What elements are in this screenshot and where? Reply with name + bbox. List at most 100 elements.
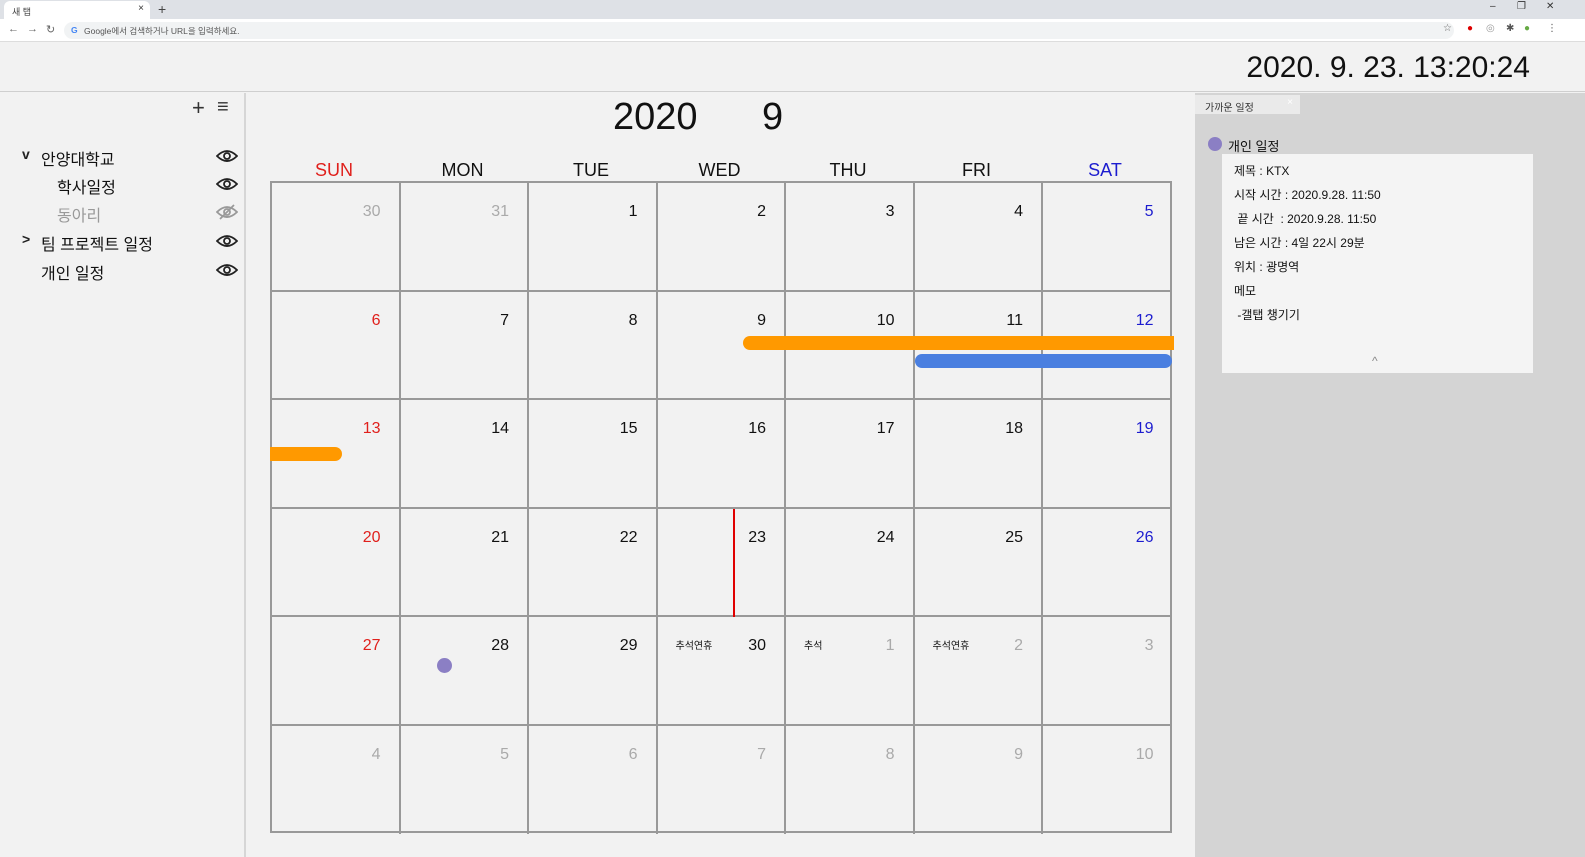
profile-avatar-icon[interactable]: ● — [1524, 23, 1530, 34]
upcoming-events-tab[interactable]: 가까운 일정 × — [1195, 95, 1300, 114]
day-number: 11 — [1006, 311, 1023, 329]
calendar-list-item[interactable]: 개인 일정 — [0, 257, 246, 283]
extension-icon[interactable]: ◎ — [1486, 23, 1495, 34]
day-cell[interactable]: 31 — [400, 183, 529, 292]
chevron-right-icon[interactable]: > — [22, 231, 30, 247]
weekday-label: THU — [829, 160, 867, 180]
day-cell[interactable]: 7 — [400, 291, 529, 400]
day-cell[interactable]: 21 — [400, 508, 529, 617]
day-cell[interactable]: 3 — [786, 183, 915, 292]
day-cell[interactable]: 14 — [400, 400, 529, 509]
day-cell[interactable]: 15 — [529, 400, 658, 509]
day-cell[interactable]: 5 — [401, 725, 529, 834]
window-close-button[interactable]: ✕ — [1546, 1, 1554, 12]
omnibox-input[interactable]: G Google에서 검색하거나 URL을 입력하세요. — [64, 22, 1454, 39]
day-cell[interactable]: 8 — [786, 725, 915, 834]
calendar-list-item[interactable]: > 팀 프로젝트 일정 — [0, 228, 246, 254]
blue-event-bar[interactable] — [915, 354, 1172, 368]
day-number: 10 — [876, 311, 895, 329]
reload-icon[interactable]: ↻ — [46, 23, 55, 36]
day-number: 29 — [619, 637, 638, 654]
day-number: 12 — [1135, 311, 1154, 329]
weekday-label: MON — [441, 160, 484, 180]
day-cell[interactable]: 25 — [914, 508, 1043, 617]
day-number: 13 — [362, 420, 381, 437]
event-detail-card[interactable]: 제목 : KTX 시작 시간 : 2020.9.28. 11:50 끝 시간 : … — [1222, 154, 1533, 373]
day-cell[interactable]: 18 — [914, 400, 1043, 509]
day-cell[interactable]: 22 — [529, 508, 658, 617]
day-cell[interactable]: 2 — [657, 183, 786, 292]
day-cell[interactable]: 3 — [1043, 617, 1172, 726]
day-cell[interactable]: 26 — [1043, 509, 1172, 617]
eye-icon[interactable] — [216, 233, 238, 249]
day-cell[interactable]: 2 — [914, 617, 1043, 726]
hamburger-menu-icon[interactable]: ≡ — [217, 96, 229, 119]
day-cell[interactable]: 28 — [400, 617, 529, 726]
day-number: 30 — [362, 203, 381, 220]
add-calendar-button[interactable]: + — [192, 95, 205, 121]
calendar-list-label: 동아리 — [57, 208, 102, 225]
eye-icon[interactable] — [216, 262, 238, 278]
day-cell[interactable]: 20 — [272, 508, 401, 617]
day-cell[interactable]: 30 — [657, 617, 786, 726]
day-cell[interactable]: 27 — [272, 617, 401, 726]
day-cell[interactable]: 19 — [1043, 400, 1172, 509]
day-cell[interactable]: 1 — [529, 183, 658, 292]
day-cell[interactable]: 1 — [786, 617, 915, 726]
day-cell[interactable]: 17 — [786, 400, 915, 509]
calendar-list-item[interactable]: 학사일정 — [0, 171, 246, 197]
day-cell[interactable]: 10 — [1043, 726, 1172, 835]
back-arrow-icon[interactable]: ← — [8, 23, 19, 35]
personal-event-dot[interactable] — [437, 658, 452, 673]
day-cell[interactable]: 24 — [786, 508, 915, 617]
eye-icon[interactable] — [216, 148, 238, 164]
day-cell[interactable]: 23 — [657, 508, 786, 617]
chevron-down-icon[interactable]: v — [22, 146, 30, 162]
day-cell[interactable]: 8 — [529, 291, 658, 400]
day-cell[interactable]: 4 — [914, 183, 1043, 292]
restore-button[interactable]: ❐ — [1517, 1, 1526, 12]
forward-arrow-icon[interactable]: → — [27, 23, 38, 35]
event-detail-line: 메모 — [1234, 284, 1257, 298]
day-cell[interactable]: 9 — [915, 725, 1043, 834]
personal-calendar-color-dot — [1208, 137, 1222, 151]
calendar-list-item[interactable]: 동아리 — [0, 199, 246, 225]
day-cell[interactable]: 7 — [658, 725, 786, 834]
new-tab-button[interactable]: + — [158, 1, 166, 17]
day-cell[interactable]: 30 — [272, 183, 401, 292]
eye-off-icon[interactable] — [216, 204, 238, 220]
holiday-label[interactable]: 추석연휴 — [676, 637, 713, 652]
day-number: 15 — [619, 420, 638, 437]
day-number: 6 — [371, 311, 381, 329]
collapse-chevron-icon[interactable]: ^ — [1372, 354, 1378, 368]
event-detail-line: 시작 시간 : 2020.9.28. 11:50 — [1234, 188, 1381, 202]
event-detail-line: 남은 시간 : 4일 22시 29분 — [1234, 236, 1365, 250]
day-cell[interactable]: 16 — [657, 400, 786, 509]
eye-icon[interactable] — [216, 176, 238, 192]
calendar-list-item[interactable]: v 안양대학교 — [0, 143, 246, 169]
day-cell[interactable]: 5 — [1043, 183, 1172, 292]
day-cell[interactable]: 4 — [272, 725, 401, 834]
day-cell[interactable]: 29 — [529, 617, 658, 726]
browser-menu-icon[interactable]: ⋮ — [1547, 23, 1557, 34]
calendar-list-label: 안양대학교 — [41, 152, 115, 169]
calendar-month: 9 — [762, 96, 784, 138]
close-panel-icon[interactable]: × — [1287, 97, 1293, 108]
orange-event-bar[interactable] — [743, 336, 1174, 350]
bookmark-star-icon[interactable]: ☆ — [1443, 23, 1452, 34]
day-number: 8 — [628, 311, 638, 329]
day-number: 9 — [1014, 745, 1023, 763]
opera-extension-icon[interactable]: ● — [1467, 23, 1473, 34]
holiday-label[interactable]: 추석 — [804, 637, 822, 652]
minimize-button[interactable]: – — [1490, 1, 1496, 12]
holiday-label[interactable]: 추석연휴 — [933, 637, 970, 652]
day-number: 31 — [491, 203, 509, 220]
orange-event-bar-continued[interactable] — [270, 447, 342, 461]
close-tab-icon[interactable]: × — [138, 3, 144, 14]
puzzle-extensions-icon[interactable]: ✱ — [1506, 23, 1514, 34]
weekday-label: SAT — [1088, 160, 1122, 180]
day-number: 28 — [491, 637, 509, 654]
day-cell[interactable]: 6 — [529, 725, 658, 834]
browser-tab[interactable]: 새 탭 × — [4, 1, 150, 19]
day-cell[interactable]: 6 — [272, 291, 401, 400]
